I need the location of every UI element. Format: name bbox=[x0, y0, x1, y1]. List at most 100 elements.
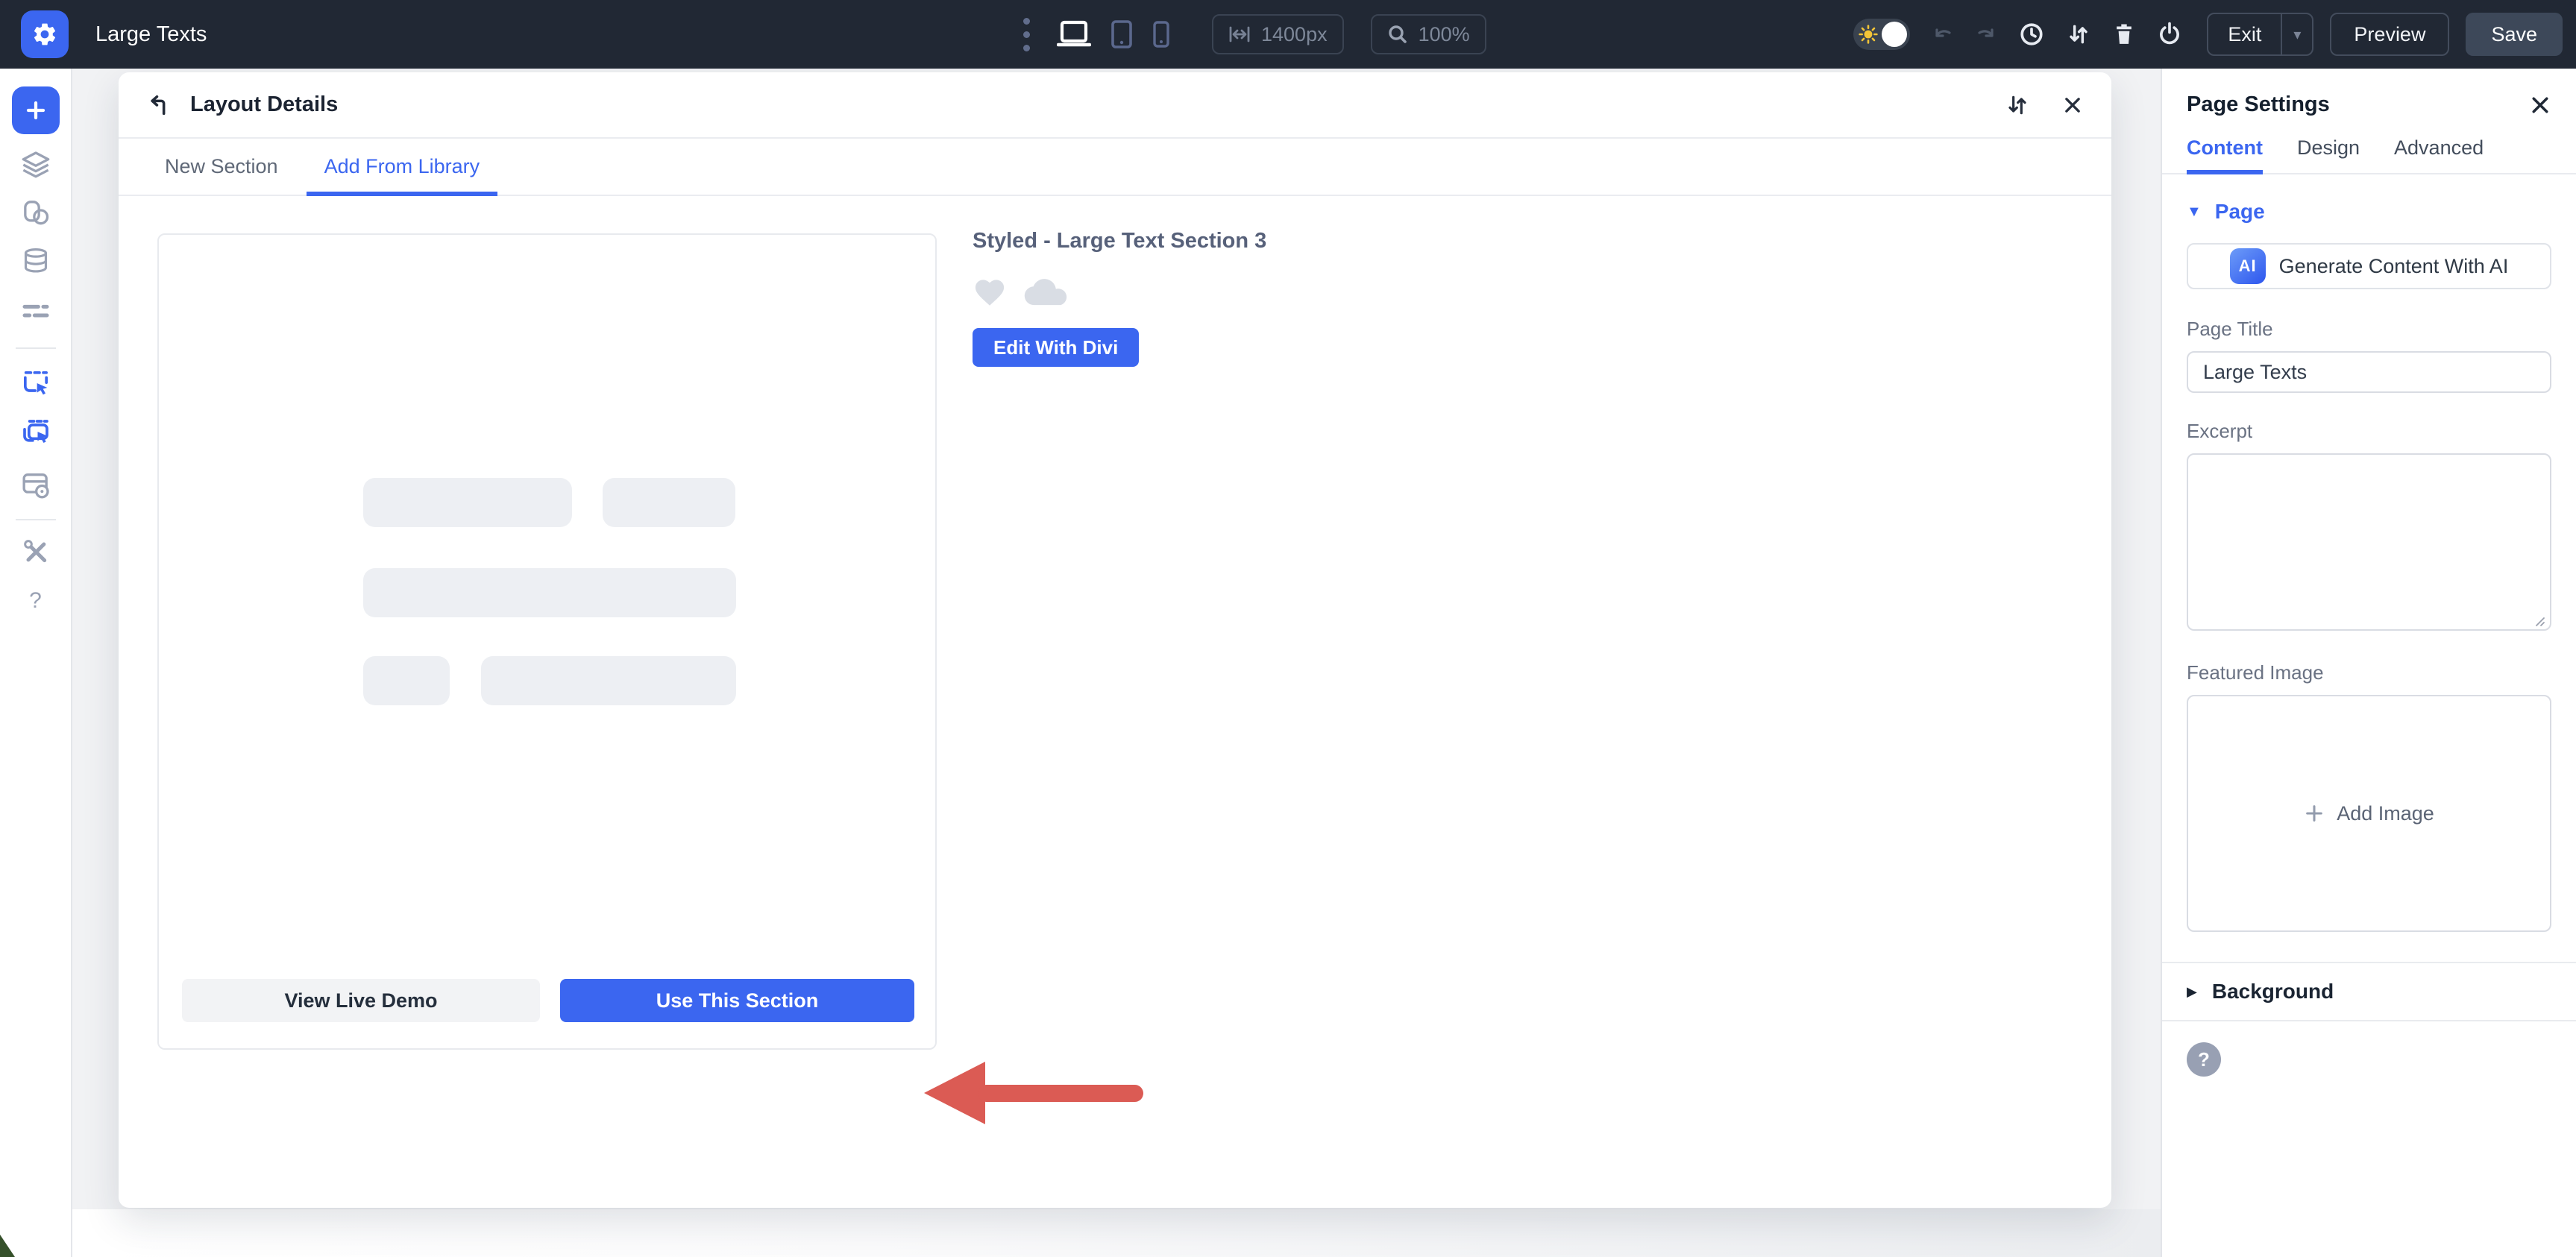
desktop-view-button[interactable] bbox=[1057, 20, 1091, 48]
viewport-width-input[interactable]: 1400px bbox=[1212, 14, 1344, 54]
window-disc-icon bbox=[21, 470, 51, 500]
gear-icon bbox=[31, 21, 58, 48]
layers-panel-button[interactable] bbox=[19, 148, 52, 180]
generate-content-ai-button[interactable]: AI Generate Content With AI bbox=[2187, 243, 2551, 289]
panel-tab-bar: Content Design Advanced bbox=[2162, 136, 2576, 174]
close-icon[interactable] bbox=[2529, 94, 2551, 116]
shapes-icon bbox=[21, 198, 51, 227]
triangle-down-icon: ▼ bbox=[2187, 203, 2202, 220]
use-this-section-button[interactable]: Use This Section bbox=[560, 979, 914, 1022]
list-rows-icon bbox=[21, 299, 51, 324]
add-module-button[interactable] bbox=[11, 86, 60, 134]
tab-content[interactable]: Content bbox=[2187, 136, 2263, 174]
back-arrow-icon[interactable] bbox=[147, 92, 172, 118]
page-section-toggle[interactable]: ▼ Page bbox=[2187, 200, 2551, 224]
modal-body: View Live Demo Use This Section Styled -… bbox=[119, 196, 2111, 1206]
exit-button[interactable]: Exit bbox=[2208, 23, 2281, 46]
page-section-label: Page bbox=[2214, 200, 2265, 223]
sidebar-divider bbox=[15, 519, 56, 520]
phone-view-button[interactable] bbox=[1152, 20, 1170, 48]
page-title-topbar: Large Texts bbox=[95, 22, 207, 46]
tools-button[interactable] bbox=[19, 535, 52, 568]
excerpt-label: Excerpt bbox=[2187, 420, 2253, 442]
section-cursor-icon bbox=[21, 368, 51, 398]
divi-settings-button[interactable] bbox=[21, 10, 69, 58]
resize-handle-icon[interactable] bbox=[2532, 614, 2545, 627]
page-title-input[interactable] bbox=[2187, 351, 2551, 393]
expand-sort-icon[interactable] bbox=[2005, 93, 2029, 117]
tab-advanced[interactable]: Advanced bbox=[2394, 136, 2484, 173]
row-cursor-icon bbox=[21, 418, 51, 447]
background-section-toggle[interactable]: ▶ Background bbox=[2162, 962, 2576, 1021]
featured-image-label: Featured Image bbox=[2187, 661, 2324, 684]
desktop-icon bbox=[1057, 20, 1091, 48]
phone-icon bbox=[1152, 20, 1170, 48]
builder-mode-toggle[interactable] bbox=[1853, 19, 1911, 50]
redo-icon[interactable] bbox=[1973, 25, 1997, 44]
page-content-peek bbox=[72, 1209, 2161, 1257]
placeholder-bar bbox=[603, 478, 735, 527]
background-section-label: Background bbox=[2211, 980, 2334, 1003]
insert-row-button[interactable] bbox=[19, 416, 52, 449]
view-live-demo-button[interactable]: View Live Demo bbox=[182, 979, 540, 1022]
modal-title: Layout Details bbox=[190, 92, 339, 116]
layout-item-info: Styled - Large Text Section 3 Edit With … bbox=[973, 229, 1266, 367]
close-icon[interactable] bbox=[2062, 95, 2083, 116]
page-title-label: Page Title bbox=[2187, 318, 2273, 340]
cloud-icon[interactable] bbox=[1023, 274, 1069, 307]
save-button[interactable]: Save bbox=[2466, 13, 2563, 56]
add-image-dropzone[interactable]: Add Image bbox=[2187, 695, 2551, 932]
chevron-down-icon: ▾ bbox=[2293, 26, 2302, 43]
builder-left-rail: ? bbox=[0, 69, 72, 1257]
edit-with-divi-button[interactable]: Edit With Divi bbox=[973, 328, 1140, 367]
layers-icon bbox=[21, 149, 51, 179]
design-presets-button[interactable] bbox=[19, 196, 52, 229]
tablet-view-button[interactable] bbox=[1110, 19, 1133, 49]
layout-details-modal: Layout Details New Section Add From Libr… bbox=[119, 72, 2111, 1208]
layout-preview-card: View Live Demo Use This Section bbox=[157, 233, 937, 1050]
database-icon bbox=[22, 246, 50, 276]
add-image-label: Add Image bbox=[2337, 801, 2434, 825]
excerpt-textarea[interactable] bbox=[2187, 453, 2551, 631]
exit-dropdown-button[interactable]: ▾ bbox=[2281, 14, 2312, 54]
exit-button-group: Exit ▾ bbox=[2207, 13, 2314, 56]
builder-top-bar: Large Texts 1400px 100% Exit ▾ Preview S… bbox=[0, 0, 2576, 69]
modal-tab-bar: New Section Add From Library bbox=[119, 139, 2111, 196]
sun-icon bbox=[1859, 25, 1879, 44]
zoom-level-input[interactable]: 100% bbox=[1370, 14, 1486, 54]
sidebar-divider bbox=[15, 347, 56, 349]
width-arrows-icon bbox=[1228, 25, 1251, 44]
more-options-icon[interactable] bbox=[1023, 17, 1030, 51]
sort-arrows-icon[interactable] bbox=[2067, 22, 2090, 46]
history-clock-icon[interactable] bbox=[2019, 22, 2044, 47]
generate-content-ai-label: Generate Content With AI bbox=[2278, 254, 2509, 277]
undo-icon[interactable] bbox=[1932, 25, 1956, 44]
magnifier-icon bbox=[1387, 24, 1408, 45]
tab-new-section[interactable]: New Section bbox=[147, 139, 296, 195]
trash-icon[interactable] bbox=[2113, 22, 2135, 46]
database-library-button[interactable] bbox=[19, 245, 52, 277]
portability-power-icon[interactable] bbox=[2158, 22, 2181, 47]
tab-design[interactable]: Design bbox=[2297, 136, 2360, 173]
placeholder-bar bbox=[363, 568, 736, 617]
layout-item-title: Styled - Large Text Section 3 bbox=[973, 229, 1267, 253]
placeholder-bar bbox=[363, 478, 572, 527]
zoom-level-value: 100% bbox=[1418, 22, 1470, 45]
placeholder-bar bbox=[481, 656, 736, 705]
ai-icon: AI bbox=[2229, 248, 2266, 284]
plus-icon bbox=[2304, 803, 2325, 824]
insert-section-button[interactable] bbox=[19, 367, 52, 400]
theme-builder-button[interactable] bbox=[19, 468, 52, 501]
preview-button[interactable]: Preview bbox=[2330, 13, 2450, 56]
favorite-heart-icon[interactable] bbox=[973, 276, 1007, 307]
structure-list-button[interactable] bbox=[19, 295, 52, 328]
triangle-right-icon: ▶ bbox=[2187, 983, 2197, 999]
viewport-width-value: 1400px bbox=[1261, 22, 1328, 45]
tab-add-from-library[interactable]: Add From Library bbox=[306, 139, 498, 196]
help-button-sidebar[interactable]: ? bbox=[19, 585, 52, 617]
tablet-icon bbox=[1110, 19, 1133, 49]
toggle-knob bbox=[1882, 22, 1908, 47]
help-button[interactable]: ? bbox=[2187, 1042, 2221, 1077]
modal-header: Layout Details bbox=[119, 72, 2111, 139]
plus-icon bbox=[25, 99, 47, 122]
